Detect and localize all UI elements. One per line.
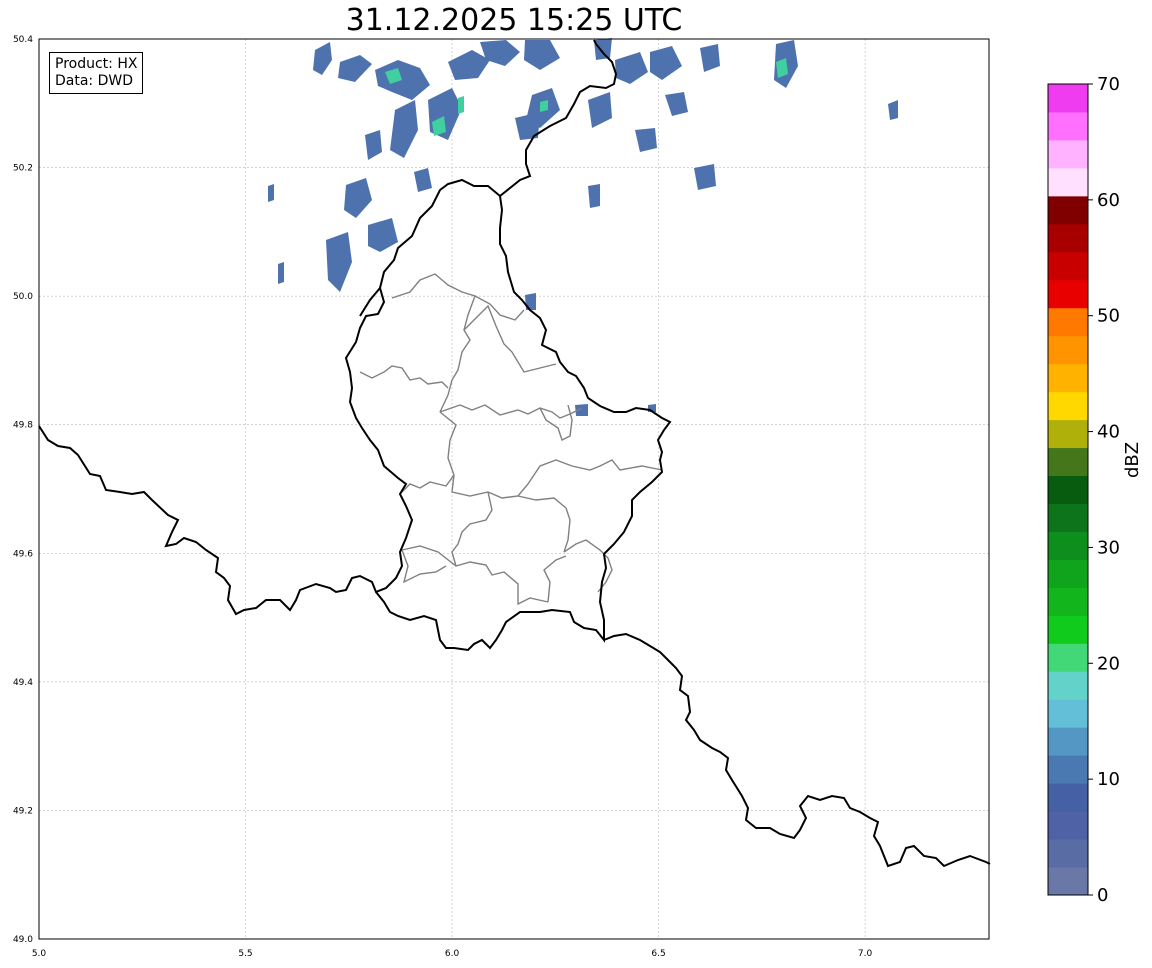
lon-tick-label: 5.0 <box>32 949 47 959</box>
lat-tick-label: 49.4 <box>13 678 33 688</box>
colorbar-band <box>1048 391 1088 421</box>
lon-tick-label: 6.5 <box>651 949 665 959</box>
colorbar-band <box>1048 503 1088 532</box>
colorbar-band <box>1048 167 1088 197</box>
colorbar-tick-label: 60 <box>1097 190 1120 211</box>
colorbar-tick-label: 30 <box>1097 537 1120 558</box>
colorbar-bands <box>1048 84 1088 896</box>
colorbar-band <box>1048 251 1088 281</box>
colorbar-band <box>1048 727 1088 756</box>
info-box: Product: HX Data: DWD <box>49 52 144 94</box>
colorbar-band <box>1048 671 1088 700</box>
lat-tick-label: 49.6 <box>13 549 33 559</box>
radar-map[interactable]: 5.0 5.5 6.0 6.5 7.0 49.0 49.2 49.4 49.6 49.8 50.0… <box>0 0 1152 968</box>
colorbar-band <box>1048 279 1088 309</box>
radar-echoes <box>268 38 898 416</box>
colorbar-band <box>1048 867 1088 896</box>
colorbar-band <box>1048 307 1088 337</box>
colorbar-band <box>1048 419 1088 449</box>
colorbar-band <box>1048 195 1088 225</box>
lon-tick-label: 6.0 <box>445 949 460 959</box>
colorbar-tick-label: 20 <box>1097 653 1120 674</box>
lat-tick-label: 50.2 <box>13 164 33 174</box>
colorbar-band <box>1048 531 1088 560</box>
colorbar-band <box>1048 475 1088 504</box>
lon-tick-label: 7.0 <box>858 949 873 959</box>
colorbar-tick-label: 50 <box>1097 306 1120 327</box>
colorbar-tick-label: 70 <box>1097 74 1120 95</box>
colorbar-tick-label: 40 <box>1097 422 1120 443</box>
colorbar-band <box>1048 84 1088 113</box>
colorbar-band <box>1048 755 1088 784</box>
colorbar-band <box>1048 363 1088 393</box>
colorbar-band <box>1048 839 1088 868</box>
product-label: Product: HX <box>55 56 138 72</box>
colorbar-band <box>1048 223 1088 253</box>
colorbar-band <box>1048 615 1088 644</box>
lat-tick-label: 49.2 <box>13 806 33 816</box>
lon-tick-label: 5.5 <box>238 949 252 959</box>
data-source-label: Data: DWD <box>55 73 133 89</box>
lon-tick-labels: 5.0 5.5 6.0 6.5 7.0 <box>32 949 873 959</box>
lat-tick-labels: 49.0 49.2 49.4 49.6 49.8 50.0 50.2 50.4 <box>13 35 33 945</box>
lat-tick-label: 49.0 <box>13 935 33 945</box>
colorbar-band <box>1048 811 1088 840</box>
colorbar-tick-label: 10 <box>1097 769 1120 790</box>
colorbar-band <box>1048 587 1088 616</box>
lat-tick-label: 50.0 <box>13 292 33 302</box>
colorbar-band <box>1048 447 1088 477</box>
lat-tick-label: 49.8 <box>13 421 33 431</box>
canton-borders <box>359 273 663 606</box>
colorbar-band <box>1048 335 1088 365</box>
colorbar-band <box>1048 111 1088 141</box>
colorbar-label: dBZ <box>1122 441 1143 478</box>
colorbar-band <box>1048 643 1088 672</box>
colorbar-band <box>1048 559 1088 588</box>
colorbar-tick-label: 0 <box>1097 885 1108 906</box>
colorbar: 0 10 20 30 40 50 60 70 <box>1047 74 1120 906</box>
colorbar-band <box>1048 699 1088 728</box>
colorbar-ticks: 0 10 20 30 40 50 60 70 <box>1088 74 1120 906</box>
colorbar-band <box>1048 139 1088 169</box>
lat-tick-label: 50.4 <box>13 35 33 45</box>
country-borders <box>38 39 991 868</box>
colorbar-band <box>1048 783 1088 812</box>
